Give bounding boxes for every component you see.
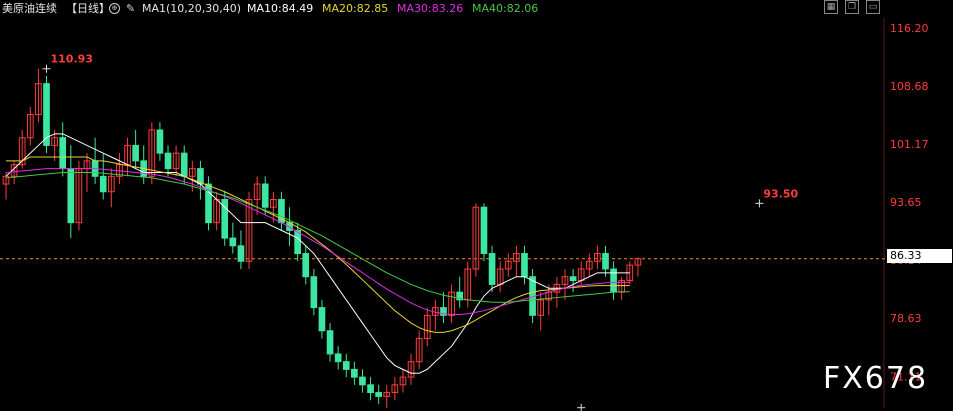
candle-body	[359, 376, 366, 386]
current-price-tag: 86.33	[887, 249, 952, 263]
ma-indicator-label[interactable]: MA1(10,20,30,40)	[142, 0, 241, 18]
y-tick-label: 101.17	[890, 138, 929, 151]
candle-body	[302, 253, 310, 278]
instrument-name: 美原油连续	[2, 2, 57, 15]
extreme-label: 93.50	[763, 187, 798, 200]
watermark-logo: FX678	[823, 361, 929, 396]
ma40-value: MA40:82.06	[472, 2, 539, 15]
candle-body	[310, 276, 318, 309]
candle-body	[318, 307, 326, 332]
candle-body	[488, 253, 496, 285]
candle-body	[67, 168, 75, 224]
candle-body	[367, 384, 374, 394]
y-tick-label: 78.63	[890, 312, 922, 325]
target-icon[interactable]: ⊕	[109, 3, 120, 14]
y-tick-label: 116.20	[890, 22, 929, 35]
candle-body	[156, 129, 164, 154]
candle-body	[180, 152, 188, 177]
candle-body	[521, 253, 528, 278]
candle-body	[602, 253, 609, 270]
grid-icon[interactable]: ▦	[824, 0, 838, 14]
candle-body	[375, 392, 382, 397]
candle-body	[164, 152, 172, 170]
candle-body	[43, 83, 50, 146]
candlestick-chart[interactable]: 116.20108.68101.1793.6586.1478.6371.1111…	[0, 0, 953, 411]
ma10-value: MA10:84.49	[247, 2, 314, 15]
candle-body	[59, 137, 67, 170]
ma20-line	[6, 156, 630, 333]
candle-body	[334, 353, 342, 363]
candle-body	[237, 245, 245, 262]
period-label[interactable]: 【日线】	[66, 0, 110, 18]
candle-body	[99, 175, 107, 193]
extreme-label: 110.93	[51, 53, 93, 66]
y-tick-label: 108.68	[890, 80, 929, 93]
ma20-value: MA20:82.85	[322, 2, 389, 15]
chart-header: 美原油连续 【日线】 ⊕ ✎ MA1(10,20,30,40) MA10:84.…	[0, 0, 820, 18]
maximize-icon[interactable]: ▭	[866, 0, 880, 14]
candle-body	[342, 361, 350, 370]
candle-body	[326, 330, 334, 355]
candle-body	[229, 237, 237, 247]
candle-body	[132, 144, 139, 162]
candle-body	[351, 368, 358, 378]
pencil-icon[interactable]: ✎	[126, 0, 135, 18]
ma30-value: MA30:83.26	[397, 2, 464, 15]
candle-body	[261, 183, 269, 208]
candle-body	[569, 276, 577, 282]
copy-icon[interactable]: ❐	[845, 0, 859, 14]
ma10-line	[5, 133, 630, 374]
y-tick-label: 93.65	[890, 196, 922, 209]
candle-body	[294, 229, 301, 255]
candle-body	[480, 206, 488, 255]
